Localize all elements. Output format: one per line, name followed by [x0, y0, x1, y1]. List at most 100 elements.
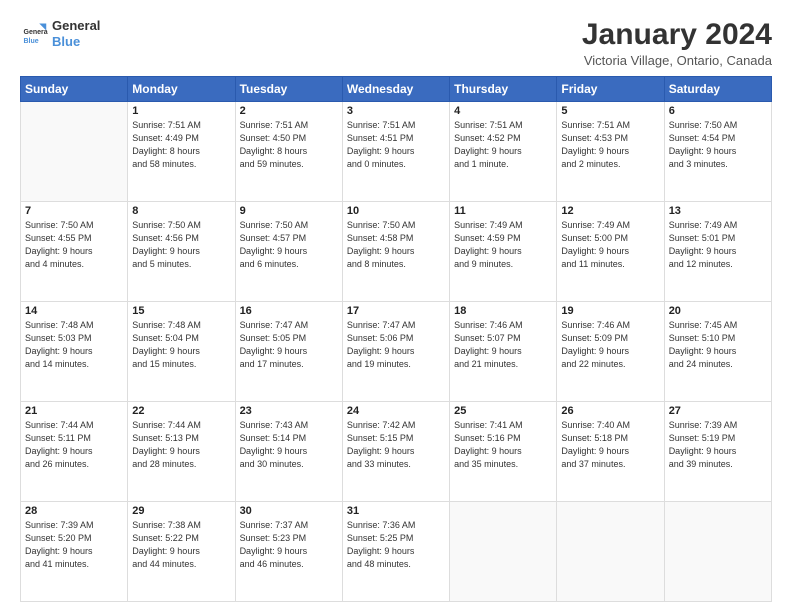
- day-info: Sunrise: 7:47 AMSunset: 5:05 PMDaylight:…: [240, 319, 338, 371]
- calendar-day-header: Wednesday: [342, 77, 449, 102]
- calendar-week-row: 14 Sunrise: 7:48 AMSunset: 5:03 PMDayligh…: [21, 302, 772, 402]
- day-info: Sunrise: 7:41 AMSunset: 5:16 PMDaylight:…: [454, 419, 552, 471]
- day-info: Sunrise: 7:40 AMSunset: 5:18 PMDaylight:…: [561, 419, 659, 471]
- calendar-header-row: SundayMondayTuesdayWednesdayThursdayFrid…: [21, 77, 772, 102]
- calendar-cell: 13Sunrise: 7:49 AMSunset: 5:01 PMDayligh…: [664, 202, 771, 302]
- calendar-cell: 24Sunrise: 7:42 AMSunset: 5:15 PMDayligh…: [342, 402, 449, 502]
- day-number: 2: [240, 105, 338, 117]
- day-info: Sunrise: 7:39 AMSunset: 5:19 PMDaylight:…: [669, 419, 767, 471]
- calendar-cell: 16 Sunrise: 7:47 AMSunset: 5:05 PMDayligh…: [235, 302, 342, 402]
- calendar-table: SundayMondayTuesdayWednesdayThursdayFrid…: [20, 76, 772, 602]
- day-number: 23: [240, 405, 338, 417]
- day-info: Sunrise: 7:49 AMSunset: 5:00 PMDaylight:…: [561, 219, 659, 271]
- day-number: 1: [132, 105, 230, 117]
- calendar-cell: [21, 102, 128, 202]
- day-number: 26: [561, 405, 659, 417]
- calendar-cell: 4 Sunrise: 7:51 AMSunset: 4:52 PMDaylight…: [450, 102, 557, 202]
- day-number: 27: [669, 405, 767, 417]
- day-info: Sunrise: 7:44 AMSunset: 5:11 PMDaylight:…: [25, 419, 123, 471]
- calendar-cell: 28 Sunrise: 7:39 AMSunset: 5:20 PMDayligh…: [21, 502, 128, 602]
- day-number: 18: [454, 305, 552, 317]
- calendar-cell: 30 Sunrise: 7:37 AMSunset: 5:23 PMDayligh…: [235, 502, 342, 602]
- calendar-cell: 3Sunrise: 7:51 AMSunset: 4:51 PMDaylight…: [342, 102, 449, 202]
- day-number: 19: [561, 305, 659, 317]
- calendar-cell: 31Sunrise: 7:36 AMSunset: 5:25 PMDayligh…: [342, 502, 449, 602]
- day-number: 21: [25, 405, 123, 417]
- calendar-week-row: 28 Sunrise: 7:39 AMSunset: 5:20 PMDayligh…: [21, 502, 772, 602]
- calendar-cell: [450, 502, 557, 602]
- calendar-cell: 10Sunrise: 7:50 AMSunset: 4:58 PMDayligh…: [342, 202, 449, 302]
- calendar-day-header: Friday: [557, 77, 664, 102]
- day-info: Sunrise: 7:46 AMSunset: 5:07 PMDaylight:…: [454, 319, 552, 371]
- calendar-cell: 17 Sunrise: 7:47 AMSunset: 5:06 PMDayligh…: [342, 302, 449, 402]
- page: General Blue GeneralBlue January 2024 Vi…: [0, 0, 792, 612]
- logo: General Blue GeneralBlue: [20, 18, 100, 49]
- calendar-cell: 20 Sunrise: 7:45 AMSunset: 5:10 PMDayligh…: [664, 302, 771, 402]
- calendar-day-header: Sunday: [21, 77, 128, 102]
- day-number: 14: [25, 305, 123, 317]
- calendar-cell: 8Sunrise: 7:50 AMSunset: 4:56 PMDaylight…: [128, 202, 235, 302]
- day-info: Sunrise: 7:51 AMSunset: 4:51 PMDaylight:…: [347, 119, 445, 171]
- calendar-cell: 25 Sunrise: 7:41 AMSunset: 5:16 PMDayligh…: [450, 402, 557, 502]
- day-info: Sunrise: 7:50 AMSunset: 4:54 PMDaylight:…: [669, 119, 767, 171]
- day-info: Sunrise: 7:48 AMSunset: 5:03 PMDaylight:…: [25, 319, 123, 371]
- day-number: 11: [454, 205, 552, 217]
- calendar-cell: 26 Sunrise: 7:40 AMSunset: 5:18 PMDayligh…: [557, 402, 664, 502]
- calendar-cell: 11 Sunrise: 7:49 AMSunset: 4:59 PMDayligh…: [450, 202, 557, 302]
- day-number: 30: [240, 505, 338, 517]
- day-number: 16: [240, 305, 338, 317]
- day-number: 4: [454, 105, 552, 117]
- calendar-cell: 7Sunrise: 7:50 AMSunset: 4:55 PMDaylight…: [21, 202, 128, 302]
- day-number: 22: [132, 405, 230, 417]
- day-number: 24: [347, 405, 445, 417]
- day-number: 15: [132, 305, 230, 317]
- day-number: 9: [240, 205, 338, 217]
- day-number: 29: [132, 505, 230, 517]
- calendar-week-row: 7Sunrise: 7:50 AMSunset: 4:55 PMDaylight…: [21, 202, 772, 302]
- calendar-day-header: Saturday: [664, 77, 771, 102]
- logo-icon: General Blue: [20, 20, 48, 48]
- day-number: 28: [25, 505, 123, 517]
- day-info: Sunrise: 7:51 AMSunset: 4:52 PMDaylight:…: [454, 119, 552, 171]
- day-info: Sunrise: 7:48 AMSunset: 5:04 PMDaylight:…: [132, 319, 230, 371]
- day-info: Sunrise: 7:49 AMSunset: 4:59 PMDaylight:…: [454, 219, 552, 271]
- day-info: Sunrise: 7:51 AMSunset: 4:50 PMDaylight:…: [240, 119, 338, 171]
- day-number: 12: [561, 205, 659, 217]
- day-info: Sunrise: 7:39 AMSunset: 5:20 PMDaylight:…: [25, 519, 123, 571]
- day-info: Sunrise: 7:45 AMSunset: 5:10 PMDaylight:…: [669, 319, 767, 371]
- svg-text:General: General: [24, 29, 49, 36]
- day-info: Sunrise: 7:51 AMSunset: 4:53 PMDaylight:…: [561, 119, 659, 171]
- calendar-cell: 21 Sunrise: 7:44 AMSunset: 5:11 PMDayligh…: [21, 402, 128, 502]
- calendar-cell: [664, 502, 771, 602]
- calendar-week-row: 21 Sunrise: 7:44 AMSunset: 5:11 PMDayligh…: [21, 402, 772, 502]
- day-number: 8: [132, 205, 230, 217]
- location: Victoria Village, Ontario, Canada: [582, 53, 772, 68]
- calendar-cell: [557, 502, 664, 602]
- calendar-cell: 1Sunrise: 7:51 AMSunset: 4:49 PMDaylight…: [128, 102, 235, 202]
- day-info: Sunrise: 7:50 AMSunset: 4:58 PMDaylight:…: [347, 219, 445, 271]
- day-number: 17: [347, 305, 445, 317]
- day-info: Sunrise: 7:37 AMSunset: 5:23 PMDaylight:…: [240, 519, 338, 571]
- day-number: 25: [454, 405, 552, 417]
- calendar-cell: 19 Sunrise: 7:46 AMSunset: 5:09 PMDayligh…: [557, 302, 664, 402]
- calendar-cell: 5Sunrise: 7:51 AMSunset: 4:53 PMDaylight…: [557, 102, 664, 202]
- calendar-day-header: Thursday: [450, 77, 557, 102]
- day-number: 7: [25, 205, 123, 217]
- day-number: 20: [669, 305, 767, 317]
- day-info: Sunrise: 7:46 AMSunset: 5:09 PMDaylight:…: [561, 319, 659, 371]
- day-info: Sunrise: 7:50 AMSunset: 4:57 PMDaylight:…: [240, 219, 338, 271]
- calendar-cell: 14 Sunrise: 7:48 AMSunset: 5:03 PMDayligh…: [21, 302, 128, 402]
- calendar-cell: 9 Sunrise: 7:50 AMSunset: 4:57 PMDaylight…: [235, 202, 342, 302]
- day-info: Sunrise: 7:43 AMSunset: 5:14 PMDaylight:…: [240, 419, 338, 471]
- day-info: Sunrise: 7:47 AMSunset: 5:06 PMDaylight:…: [347, 319, 445, 371]
- calendar-day-header: Tuesday: [235, 77, 342, 102]
- calendar-day-header: Monday: [128, 77, 235, 102]
- day-number: 6: [669, 105, 767, 117]
- calendar-cell: 18 Sunrise: 7:46 AMSunset: 5:07 PMDayligh…: [450, 302, 557, 402]
- calendar-cell: 27 Sunrise: 7:39 AMSunset: 5:19 PMDayligh…: [664, 402, 771, 502]
- calendar-cell: 6 Sunrise: 7:50 AMSunset: 4:54 PMDaylight…: [664, 102, 771, 202]
- calendar-cell: 23 Sunrise: 7:43 AMSunset: 5:14 PMDayligh…: [235, 402, 342, 502]
- calendar-cell: 22Sunrise: 7:44 AMSunset: 5:13 PMDayligh…: [128, 402, 235, 502]
- title-block: January 2024 Victoria Village, Ontario, …: [582, 18, 772, 68]
- calendar-week-row: 1Sunrise: 7:51 AMSunset: 4:49 PMDaylight…: [21, 102, 772, 202]
